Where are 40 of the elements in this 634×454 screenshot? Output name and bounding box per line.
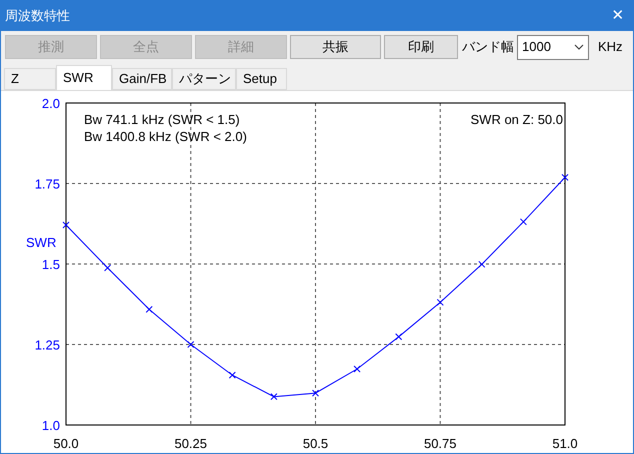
band-select[interactable]: 1000: [517, 34, 589, 60]
unit-label: KHz: [598, 38, 623, 56]
toolbar-button[interactable]: 共振: [290, 35, 381, 59]
tab[interactable]: Z: [4, 68, 56, 90]
y-tick-label: 2.0: [42, 96, 60, 111]
impedance-text: SWR on Z: 50.0: [470, 112, 563, 127]
tab[interactable]: SWR: [56, 65, 112, 90]
data-point: [354, 365, 361, 372]
bandwidth-text: Bw 1400.8 kHz (SWR < 2.0): [84, 129, 247, 144]
x-tick-label: 50.0: [53, 436, 79, 451]
data-point: [312, 390, 319, 397]
data-point: [104, 264, 112, 272]
y-tick-label: 1.5: [42, 257, 60, 272]
data-point: [228, 372, 236, 379]
y-tick-label: 1.25: [34, 338, 60, 352]
data-point: [562, 174, 568, 181]
toolbar-button[interactable]: 印刷: [384, 35, 458, 59]
data-point: [270, 393, 278, 400]
data-point: [62, 222, 70, 229]
data-point: [187, 341, 194, 348]
y-tick-label: 1.0: [42, 418, 60, 433]
bandwidth-text: Bw 741.1 kHz (SWR < 1.5): [84, 112, 240, 127]
band-label: バンド幅: [462, 38, 514, 56]
x-tick-label: 50.75: [424, 436, 457, 451]
data-point: [478, 260, 486, 268]
chevron-down-icon: [574, 44, 584, 50]
data-point: [436, 298, 444, 306]
close-button[interactable]: ✕: [603, 1, 633, 31]
y-axis-label: SWR: [26, 235, 56, 250]
data-point: [146, 306, 153, 313]
window-title: 周波数特性: [5, 7, 70, 26]
tab[interactable]: Gain/FB: [112, 68, 172, 90]
data-point: [520, 218, 527, 226]
data-point: [395, 333, 402, 340]
tab[interactable]: パターン: [172, 68, 236, 90]
tab[interactable]: Setup: [236, 68, 287, 90]
y-tick-label: 1.75: [34, 176, 60, 192]
x-tick-label: 51.0: [552, 436, 578, 451]
x-tick-label: 50.25: [174, 436, 208, 451]
x-tick-label: 50.5: [302, 436, 328, 451]
